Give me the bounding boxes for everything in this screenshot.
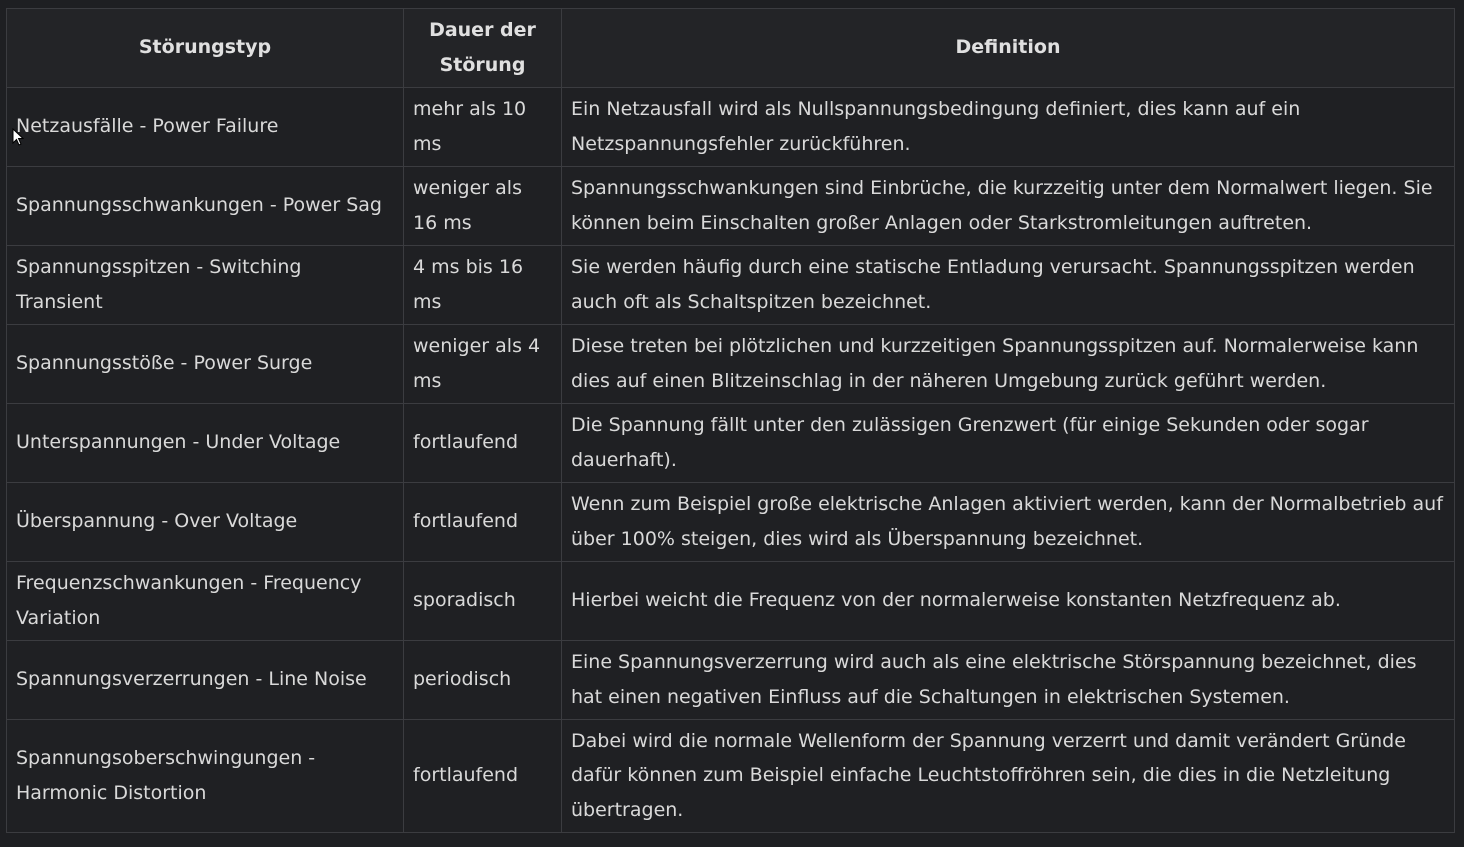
header-duration: Dauer der Störung	[403, 8, 562, 88]
cell-duration: periodisch	[403, 640, 562, 720]
cell-definition: Hierbei weicht die Frequenz von der norm…	[561, 561, 1455, 641]
table-row: Unterspannungen - Under Voltage fortlauf…	[6, 403, 1455, 483]
table-header-row: Störungstyp Dauer der Störung Definition	[6, 8, 1455, 88]
table-row: Netzausfälle - Power Failure mehr als 10…	[6, 87, 1455, 167]
table-row: Spannungsoberschwingungen - Harmonic Dis…	[6, 719, 1455, 833]
cell-type: Überspannung - Over Voltage	[6, 482, 404, 562]
table-row: Spannungsschwankungen - Power Sag wenige…	[6, 166, 1455, 246]
cell-duration: sporadisch	[403, 561, 562, 641]
header-type: Störungstyp	[6, 8, 404, 88]
cell-definition: Sie werden häufig durch eine statische E…	[561, 245, 1455, 325]
cell-type: Spannungsoberschwingungen - Harmonic Dis…	[6, 719, 404, 833]
cell-type: Spannungsverzerrungen - Line Noise	[6, 640, 404, 720]
cell-type: Spannungsspitzen - Switching Transient	[6, 245, 404, 325]
table-row: Spannungsverzerrungen - Line Noise perio…	[6, 640, 1455, 720]
disturbance-table-container: Störungstyp Dauer der Störung Definition…	[6, 8, 1455, 833]
cell-definition: Diese treten bei plötzlichen und kurzzei…	[561, 324, 1455, 404]
table-row: Überspannung - Over Voltage fortlaufend …	[6, 482, 1455, 562]
cell-duration: weniger als 4 ms	[403, 324, 562, 404]
mouse-cursor-icon	[12, 128, 24, 146]
cell-definition: Wenn zum Beispiel große elektrische Anla…	[561, 482, 1455, 562]
cell-duration: 4 ms bis 16 ms	[403, 245, 562, 325]
cell-type: Netzausfälle - Power Failure	[6, 87, 404, 167]
cell-definition: Dabei wird die normale Wellenform der Sp…	[561, 719, 1455, 833]
header-definition: Definition	[561, 8, 1455, 88]
disturbance-table: Störungstyp Dauer der Störung Definition…	[6, 8, 1455, 833]
table-row: Spannungsspitzen - Switching Transient 4…	[6, 245, 1455, 325]
cell-type: Frequenzschwankungen - Frequency Variati…	[6, 561, 404, 641]
table-row: Frequenzschwankungen - Frequency Variati…	[6, 561, 1455, 641]
cell-definition: Die Spannung fällt unter den zulässigen …	[561, 403, 1455, 483]
cell-duration: weniger als 16 ms	[403, 166, 562, 246]
cell-duration: mehr als 10 ms	[403, 87, 562, 167]
cell-type: Spannungsschwankungen - Power Sag	[6, 166, 404, 246]
cell-definition: Spannungsschwankungen sind Einbrüche, di…	[561, 166, 1455, 246]
cell-type: Spannungsstöße - Power Surge	[6, 324, 404, 404]
cell-duration: fortlaufend	[403, 482, 562, 562]
cell-duration: fortlaufend	[403, 403, 562, 483]
cell-definition: Eine Spannungsverzerrung wird auch als e…	[561, 640, 1455, 720]
cell-definition: Ein Netzausfall wird als Nullspannungsbe…	[561, 87, 1455, 167]
cell-duration: fortlaufend	[403, 719, 562, 833]
cell-type: Unterspannungen - Under Voltage	[6, 403, 404, 483]
table-row: Spannungsstöße - Power Surge weniger als…	[6, 324, 1455, 404]
